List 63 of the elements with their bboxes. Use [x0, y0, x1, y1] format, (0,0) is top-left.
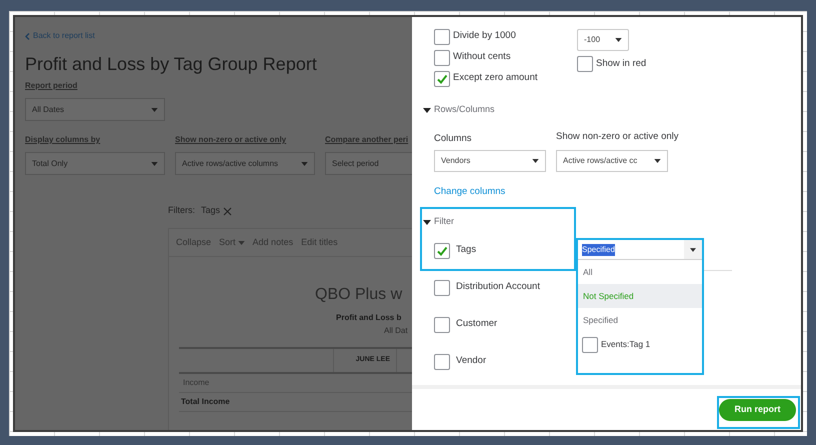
field-label: Show non-zero or active only: [556, 130, 679, 144]
field-label: Display columns by: [25, 134, 100, 146]
change-columns-link[interactable]: Change columns: [434, 184, 506, 200]
dropdown[interactable]: Active rows/active columns: [175, 152, 315, 175]
dropdown-option[interactable]: All: [578, 260, 702, 284]
caret-icon: [532, 159, 540, 163]
dropdown[interactable]: -100: [577, 29, 630, 51]
caret-icon: [615, 38, 622, 42]
triangle-down-icon: [423, 218, 432, 226]
field-label: Columns: [434, 132, 472, 144]
field-label: Show non-zero or active only: [175, 134, 286, 146]
company-name: QBO Plus w: [314, 285, 402, 305]
checkbox[interactable]: [434, 70, 450, 86]
selected-text: Specified: [582, 244, 615, 256]
dropdown[interactable]: Total Only: [25, 152, 165, 175]
back-link[interactable]: Back to report list: [25, 30, 95, 42]
section-toggle[interactable]: Filter: [423, 214, 454, 230]
checkbox-label: Divide by 1000: [453, 29, 516, 44]
section-toggle[interactable]: Rows/Columns: [423, 102, 495, 118]
checkbox[interactable]: [434, 28, 450, 44]
field-label: Report period: [25, 80, 78, 92]
dropdown-option[interactable]: Not Specified: [578, 284, 702, 308]
dropdown-toggle[interactable]: [684, 240, 702, 259]
checkbox-label: Tags: [456, 243, 476, 258]
checkbox-label: Distribution Account: [456, 280, 540, 294]
checkbox[interactable]: [434, 316, 450, 332]
checkbox[interactable]: [577, 56, 594, 72]
dropdown[interactable]: All Dates: [25, 98, 165, 121]
chevron-left-icon: [25, 32, 30, 40]
report-period: All Dat: [383, 325, 408, 337]
checkbox[interactable]: [434, 280, 450, 296]
checkbox[interactable]: [434, 50, 450, 66]
dropdown-option[interactable]: Events:Tag 1: [578, 332, 702, 357]
field-label: Compare another peri: [325, 134, 408, 146]
checkbox[interactable]: [582, 336, 598, 352]
caret-icon: [654, 159, 662, 163]
checkbox-label: Except zero amount: [453, 71, 538, 86]
checkbox[interactable]: [434, 354, 450, 370]
page-title: Profit and Loss by Tag Group Report: [25, 53, 318, 76]
checkbox-label: Customer: [456, 317, 498, 332]
caret-icon: [238, 240, 245, 244]
checkbox-label: Without cents: [453, 50, 511, 64]
dropdown[interactable]: Vendors: [434, 150, 546, 172]
filter-chip[interactable]: Tags: [201, 204, 232, 218]
checkmark-icon: [436, 244, 448, 256]
caret-icon: [151, 162, 158, 166]
report-title: Profit and Loss b: [335, 312, 402, 324]
caret-icon: [301, 162, 308, 166]
dropdown[interactable]: Active rows/active cc: [556, 150, 668, 172]
dropdown-input[interactable]: Specified: [578, 240, 684, 259]
option-label: Events:Tag 1: [601, 338, 650, 351]
dropdown[interactable]: Select period: [325, 152, 412, 175]
checkmark-icon: [436, 72, 448, 84]
checkbox-label: Vendor: [456, 354, 486, 368]
dropdown-option[interactable]: Specified: [578, 308, 702, 332]
checkbox-label: Show in red: [596, 56, 646, 71]
checkbox[interactable]: [434, 242, 450, 258]
triangle-down-icon: [423, 106, 432, 114]
filters-label: Filters:: [168, 204, 195, 218]
run-report-button[interactable]: Run report: [719, 398, 796, 420]
caret-icon: [690, 248, 696, 252]
caret-icon: [151, 108, 158, 112]
close-icon: [223, 206, 232, 216]
